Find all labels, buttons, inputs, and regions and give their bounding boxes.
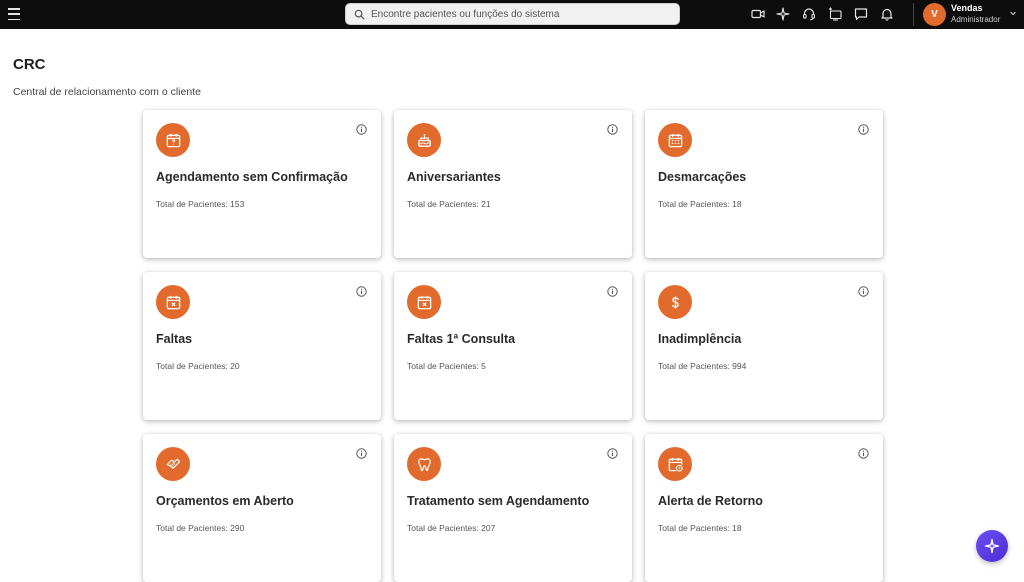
card-desmarcacoes[interactable]: Desmarcações Total de Pacientes: 18 xyxy=(645,110,883,258)
sparkle-icon[interactable] xyxy=(776,7,790,21)
bell-icon[interactable] xyxy=(880,7,894,21)
card-count: Total de Pacientes: 207 xyxy=(407,523,496,533)
calendar-clock-icon xyxy=(658,447,692,481)
search-bar[interactable] xyxy=(345,3,680,25)
video-icon[interactable] xyxy=(751,7,765,21)
chat-icon[interactable] xyxy=(854,7,868,21)
calendar-grid-icon xyxy=(658,123,692,157)
calendar-question-icon xyxy=(156,123,190,157)
card-count: Total de Pacientes: 153 xyxy=(156,199,245,209)
card-title: Faltas xyxy=(156,332,193,346)
user-name[interactable]: Vendas xyxy=(951,3,983,13)
card-faltas[interactable]: Faltas Total de Pacientes: 20 xyxy=(143,272,381,420)
card-count: Total de Pacientes: 21 xyxy=(407,199,491,209)
card-title: Agendamento sem Confirmação xyxy=(156,170,348,184)
card-orcamentos-em-aberto[interactable]: Orçamentos em Aberto Total de Pacientes:… xyxy=(143,434,381,582)
sparkle-icon xyxy=(984,538,1000,554)
info-icon[interactable] xyxy=(607,286,618,297)
card-count: Total de Pacientes: 290 xyxy=(156,523,245,533)
info-icon[interactable] xyxy=(858,286,869,297)
card-faltas-1a-consulta[interactable]: Faltas 1ª Consulta Total de Pacientes: 5 xyxy=(394,272,632,420)
dollar-icon xyxy=(658,285,692,319)
info-icon[interactable] xyxy=(607,448,618,459)
headset-icon[interactable] xyxy=(802,7,816,21)
card-title: Aniversariantes xyxy=(407,170,501,184)
birthday-cake-icon xyxy=(407,123,441,157)
card-count: Total de Pacientes: 18 xyxy=(658,199,742,209)
top-bar: V Vendas Administrador xyxy=(0,0,1024,29)
tooth-icon xyxy=(407,447,441,481)
card-count: Total de Pacientes: 20 xyxy=(156,361,240,371)
search-input[interactable] xyxy=(371,8,661,20)
card-alerta-de-retorno[interactable]: Alerta de Retorno Total de Pacientes: 18 xyxy=(645,434,883,582)
user-role: Administrador xyxy=(951,15,1001,24)
avatar[interactable]: V xyxy=(923,3,946,26)
menu-icon[interactable] xyxy=(8,7,20,21)
card-aniversariantes[interactable]: Aniversariantes Total de Pacientes: 21 xyxy=(394,110,632,258)
card-title: Orçamentos em Aberto xyxy=(156,494,294,508)
card-inadimplencia[interactable]: Inadimplência Total de Pacientes: 994 xyxy=(645,272,883,420)
info-icon[interactable] xyxy=(607,124,618,135)
card-title: Inadimplência xyxy=(658,332,742,346)
card-title: Desmarcações xyxy=(658,170,747,184)
card-count: Total de Pacientes: 5 xyxy=(407,361,486,371)
chevron-down-icon[interactable] xyxy=(1009,9,1017,17)
page-title: CRC xyxy=(13,56,46,73)
card-count: Total de Pacientes: 18 xyxy=(658,523,742,533)
card-tratamento-sem-agendamento[interactable]: Tratamento sem Agendamento Total de Paci… xyxy=(394,434,632,582)
page-subtitle: Central de relacionamento com o cliente xyxy=(13,86,201,98)
info-icon[interactable] xyxy=(858,448,869,459)
info-icon[interactable] xyxy=(356,286,367,297)
card-title: Faltas 1ª Consulta xyxy=(407,332,516,346)
screen-share-icon[interactable] xyxy=(828,7,842,21)
calendar-x-icon xyxy=(407,285,441,319)
card-title: Tratamento sem Agendamento xyxy=(407,494,590,508)
search-icon xyxy=(354,9,365,19)
calendar-x-icon xyxy=(156,285,190,319)
info-icon[interactable] xyxy=(858,124,869,135)
card-title: Alerta de Retorno xyxy=(658,494,763,508)
topbar-divider xyxy=(913,3,914,26)
handshake-icon xyxy=(156,447,190,481)
info-icon[interactable] xyxy=(356,124,367,135)
assistant-fab-button[interactable] xyxy=(976,530,1008,562)
card-count: Total de Pacientes: 994 xyxy=(658,361,747,371)
card-agendamento-sem-confirmacao[interactable]: Agendamento sem Confirmação Total de Pac… xyxy=(143,110,381,258)
info-icon[interactable] xyxy=(356,448,367,459)
